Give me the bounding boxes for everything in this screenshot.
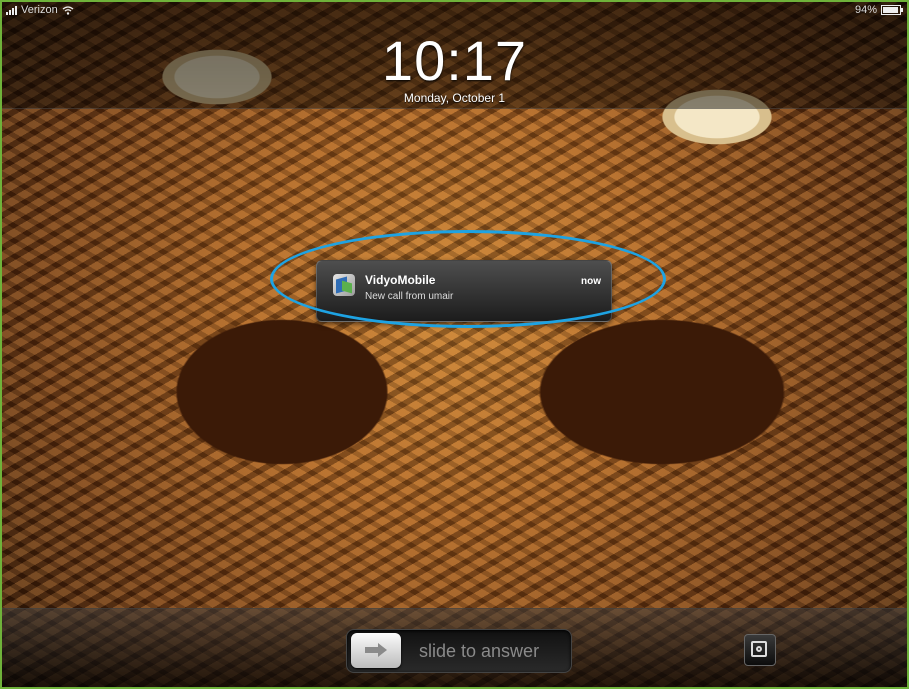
clock-bar: 10:17 Monday, October 1 <box>2 20 907 109</box>
slide-to-answer-track[interactable]: slide to answer <box>346 629 572 673</box>
wifi-icon <box>62 5 74 15</box>
status-right: 94% <box>854 4 903 16</box>
battery-icon <box>881 5 903 15</box>
notification-banner[interactable]: VidyoMobile New call from umair now <box>316 260 612 322</box>
signal-icon <box>6 5 17 15</box>
carrier-label: Verizon <box>21 4 58 16</box>
lock-date: Monday, October 1 <box>403 91 506 105</box>
lock-time: 10:17 <box>381 29 528 92</box>
status-left: Verizon <box>6 4 74 16</box>
slide-to-answer-label: slide to answer <box>419 641 540 661</box>
notification-app-name: VidyoMobile <box>365 273 436 287</box>
screenshot-frame: Verizon 94% 10:17 Monday, October 1 Vidy… <box>0 0 909 689</box>
battery-percent: 94% <box>854 4 877 16</box>
camera-icon <box>751 641 767 657</box>
slide-knob[interactable] <box>351 633 401 668</box>
arrow-right-icon <box>365 643 387 657</box>
vidyomobile-app-icon <box>333 274 355 296</box>
notification-time: now <box>581 276 601 287</box>
status-bar: Verizon 94% <box>2 2 907 20</box>
notification-message: New call from umair <box>365 291 454 302</box>
camera-button[interactable] <box>744 634 776 666</box>
bottom-bar: slide to answer <box>2 608 907 687</box>
